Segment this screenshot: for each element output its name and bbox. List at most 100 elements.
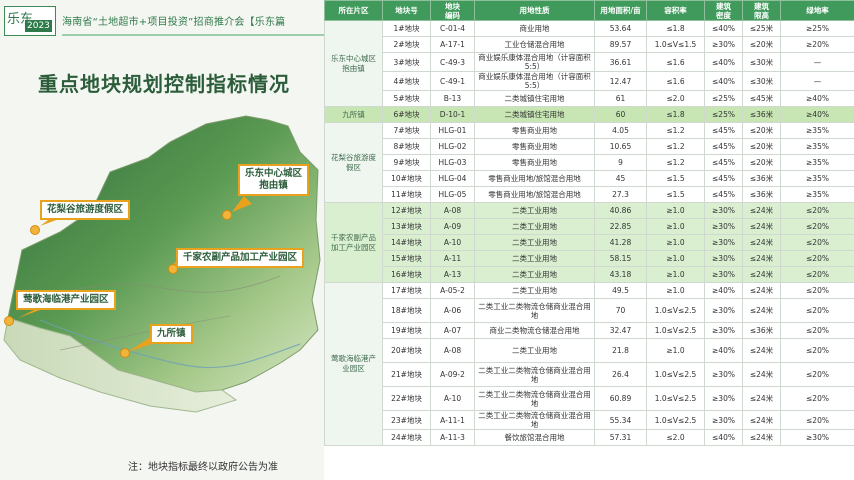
table-cell: ≥35%	[780, 154, 854, 171]
table-cell: ≥30%	[780, 429, 854, 446]
table-row: 21#地块 A-09-2 二类工业二类物流仓储商业混合用地 26.4 1.0≤V≤2.5…	[325, 362, 854, 387]
table-cell: 13#地块	[382, 218, 431, 235]
table-cell: ≤1.6	[646, 71, 705, 91]
table-cell: ≤24米	[742, 266, 781, 283]
table-cell: 40.86	[594, 202, 647, 219]
table-cell: 61	[594, 90, 647, 107]
table-cell: ≥30%	[704, 250, 743, 267]
table-cell: 3#地块	[382, 52, 431, 72]
table-cell: ≤40%	[704, 52, 743, 72]
table-cell: 55.34	[594, 410, 647, 430]
table-cell: A-11-3	[430, 429, 475, 446]
marker-center	[222, 210, 232, 220]
table-cell: ≤20%	[780, 410, 854, 430]
table-cell: ≤20%	[780, 218, 854, 235]
table-cell: A-10	[430, 386, 475, 411]
table-cell: 商业二类物流仓储混合用地	[474, 322, 595, 339]
table-cell: 16#地块	[382, 266, 431, 283]
table-cell: ≤25%	[704, 90, 743, 107]
table-cell: ≥1.0	[646, 338, 705, 363]
table-row: 九所镇 6#地块 D-10-1 二类城镇住宅用地 60 ≤1.8 ≤25% ≤36米 ≥40%	[324, 106, 854, 123]
table-cell: A-08	[430, 202, 475, 219]
table-cell: 89.57	[594, 36, 647, 53]
table-cell: ≥40%	[780, 90, 854, 107]
table-cell: 餐饮旅馆混合用地	[474, 429, 595, 446]
table-cell: 15#地块	[382, 250, 431, 267]
label-huali-resort: 花梨谷旅游度假区	[40, 200, 131, 220]
table-cell: A-10	[430, 234, 475, 251]
table-cell: ≤20米	[742, 122, 781, 139]
table-cell: ≤1.2	[646, 154, 705, 171]
table-cell: ≤45%	[704, 122, 743, 139]
table-cell: ≤45%	[704, 170, 743, 187]
table-cell: ≤30米	[742, 52, 781, 72]
table-cell: 36.61	[594, 52, 647, 72]
table-row: 千家农副产品 加工产业园区 12#地块 A-08 二类工业用地 40.86 ≥1.0 ≥30…	[324, 202, 854, 283]
table-cell: 18#地块	[382, 298, 431, 323]
table-cell: ≤45%	[704, 154, 743, 171]
table-cell: —	[780, 71, 854, 91]
table-cell: ≥1.0	[646, 250, 705, 267]
table-cell: ≤20%	[780, 298, 854, 323]
table-cell: ≤20%	[780, 338, 854, 363]
column-header: 地块号	[382, 0, 431, 21]
table-cell: 9	[594, 154, 647, 171]
table-cell: ≤1.5	[646, 170, 705, 187]
table-cell: 二类城镇住宅用地	[474, 90, 595, 107]
table-cell: 60.89	[594, 386, 647, 411]
table-cell: ≥30%	[704, 266, 743, 283]
table-cell: 53.64	[594, 20, 647, 37]
table-cell: 2#地块	[382, 36, 431, 53]
table-cell: C-49-1	[430, 71, 475, 91]
table-cell: 1.0≤V≤1.5	[646, 36, 705, 53]
table-cell: 零售商业用地	[474, 154, 595, 171]
area-cell: 乐东中心城区 抱由镇	[324, 20, 383, 107]
table-cell: ≥30%	[704, 202, 743, 219]
table-cell: 57.31	[594, 429, 647, 446]
event-logo: 乐东 2023	[4, 6, 56, 36]
table-row: 3#地块 C-49-3 商业娱乐康体混合用地（计容面积5:5） 36.61 ≤1.6 ≤4…	[325, 52, 854, 72]
table-cell: 26.4	[594, 362, 647, 387]
table-cell: ≤20%	[780, 266, 854, 283]
table-cell: A-05-2	[430, 282, 475, 299]
table-cell: A-08	[430, 338, 475, 363]
table-cell: ≥1.0	[646, 234, 705, 251]
table-cell: ≤36米	[742, 322, 781, 339]
label-qianjia-park: 千家农副产品加工产业园区	[176, 248, 305, 268]
table-cell: 4#地块	[382, 71, 431, 91]
table-cell: ≤20%	[780, 234, 854, 251]
table-cell: 49.5	[594, 282, 647, 299]
table-cell: ≥30%	[704, 386, 743, 411]
table-cell: 24#地块	[382, 429, 431, 446]
table-cell: ≤2.0	[646, 429, 705, 446]
table-row: 乐东中心城区 抱由镇 1#地块 C-01-4 商业用地 53.64 ≤1.8 ≤40% ≤25…	[324, 20, 854, 107]
table-cell: 1.0≤V≤2.5	[646, 410, 705, 430]
table-cell: 1.0≤V≤2.5	[646, 386, 705, 411]
marker-jiusuo	[120, 348, 130, 358]
table-cell: ≥40%	[780, 106, 854, 123]
table-cell: ≥35%	[780, 186, 854, 203]
page-title: 重点地块规划控制指标情况	[38, 72, 290, 96]
column-header: 绿地率	[780, 0, 854, 21]
table-cell: 零售商业用地	[474, 122, 595, 139]
table-cell: 二类工业用地	[474, 282, 595, 299]
table-row: 10#地块 HLG-04 零售商业用地/旅馆混合用地 45 ≤1.5 ≤45% ≤36米 ≥3…	[325, 170, 854, 187]
area-cell: 九所镇	[324, 106, 383, 123]
column-header: 建筑 限高	[742, 0, 781, 21]
table-cell: ≥30%	[704, 36, 743, 53]
table-row: 13#地块 A-09 二类工业用地 22.85 ≥1.0 ≥30% ≤24米 ≤20%	[325, 218, 854, 235]
table-cell: ≤1.8	[646, 106, 705, 123]
area-cell: 花梨谷旅游度 假区	[324, 122, 383, 203]
table-row: 16#地块 A-13 二类工业用地 43.18 ≥1.0 ≥30% ≤24米 ≤20%	[325, 266, 854, 283]
table-cell: ≤45%	[704, 186, 743, 203]
table-cell: A-11	[430, 250, 475, 267]
table-cell: ≤36米	[742, 186, 781, 203]
table-cell: ≤2.0	[646, 90, 705, 107]
table-cell: ≥30%	[704, 298, 743, 323]
table-cell: 零售商业用地	[474, 138, 595, 155]
table-cell: B-13	[430, 90, 475, 107]
table-cell: 14#地块	[382, 234, 431, 251]
table-cell: A-11-1	[430, 410, 475, 430]
table-cell: ≤20%	[780, 202, 854, 219]
table-cell: 22#地块	[382, 386, 431, 411]
